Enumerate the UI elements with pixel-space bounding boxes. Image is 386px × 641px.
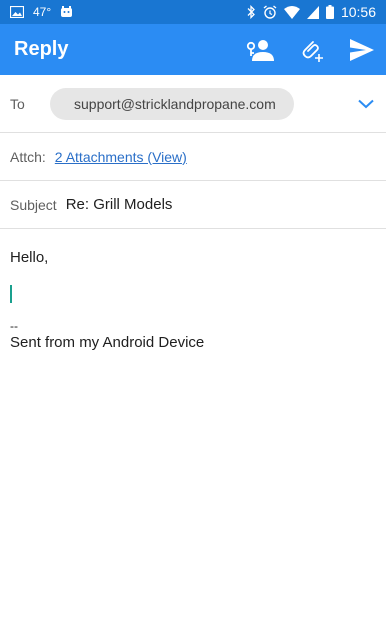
- android-notification-icon: [60, 6, 73, 18]
- message-body[interactable]: Hello, -- Sent from my Android Device: [10, 249, 376, 351]
- image-notification-icon: [10, 6, 24, 18]
- to-label: To: [10, 95, 25, 112]
- battery-icon: [325, 5, 334, 19]
- cell-signal-icon: [306, 5, 319, 19]
- subject-field[interactable]: Re: Grill Models: [66, 196, 173, 213]
- alarm-icon: [263, 5, 277, 19]
- attachments-row: Attch: 2 Attachments (View): [0, 133, 386, 181]
- page-title: Reply: [14, 38, 69, 60]
- clock-text: 10:56: [340, 4, 376, 20]
- signature-separator: --: [10, 319, 18, 333]
- text-cursor: [10, 285, 12, 303]
- send-icon[interactable]: [350, 38, 374, 61]
- attach-icon[interactable]: [300, 38, 324, 62]
- recipient-chip[interactable]: support@stricklandpropane.com: [50, 87, 294, 120]
- greeting-text: Hello,: [10, 249, 49, 266]
- attachments-label: Attch:: [10, 148, 46, 165]
- status-bar: 47° 10:56: [0, 0, 386, 24]
- chevron-down-icon[interactable]: [358, 99, 386, 109]
- app-bar: Reply: [0, 24, 386, 75]
- subject-label: Subject: [10, 196, 57, 213]
- subject-row[interactable]: Subject Re: Grill Models: [0, 181, 386, 229]
- signature-text: Sent from my Android Device: [10, 334, 205, 351]
- contact-picker-icon[interactable]: [246, 39, 274, 61]
- to-row: To support@stricklandpropane.com: [0, 75, 386, 133]
- view-attachments-link[interactable]: 2 Attachments (View): [55, 149, 187, 165]
- wifi-icon: [283, 5, 300, 19]
- temperature-text: 47°: [33, 5, 52, 19]
- bluetooth-icon: [246, 5, 256, 19]
